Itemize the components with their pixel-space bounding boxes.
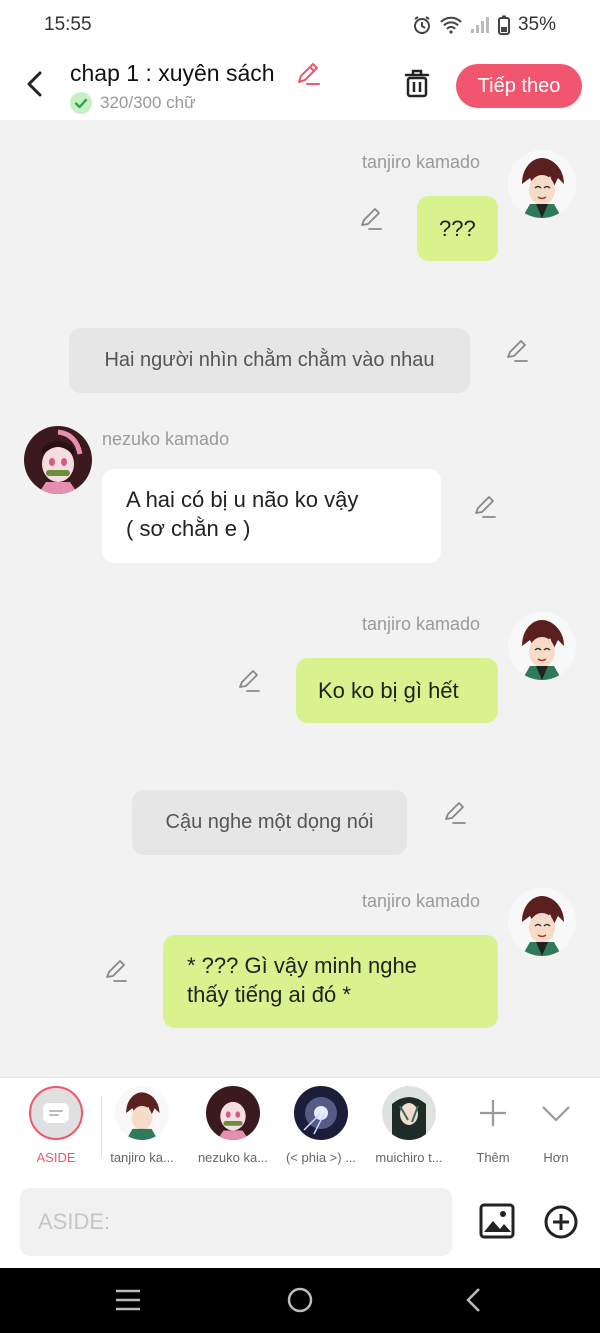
aside-bubble[interactable]: Cậu nghe một dọng nói bbox=[132, 790, 407, 855]
sender-name: tanjiro kamado bbox=[362, 891, 481, 911]
edit-message-icon[interactable] bbox=[236, 668, 262, 694]
sender-name: tanjiro kamado bbox=[362, 152, 481, 172]
edit-message-icon[interactable] bbox=[442, 800, 468, 826]
message-input[interactable] bbox=[20, 1188, 452, 1256]
character-label: muichiro t... bbox=[375, 1150, 443, 1165]
tanjiro-avatar[interactable] bbox=[508, 150, 576, 218]
status-bar: 15:55 35% bbox=[0, 0, 600, 52]
word-count: 320/300 chữ bbox=[100, 93, 196, 112]
divider bbox=[101, 1096, 102, 1158]
status-icons: 35% bbox=[412, 14, 556, 36]
character-aside[interactable]: ASIDE bbox=[13, 1086, 99, 1165]
status-time: 15:55 bbox=[44, 14, 92, 35]
message-line: thấy tiếng ai đó * bbox=[187, 982, 351, 1007]
battery-icon bbox=[497, 15, 510, 35]
character-item[interactable]: nezuko ka... bbox=[190, 1086, 276, 1165]
chevron-down-icon bbox=[529, 1086, 583, 1140]
aside-label: ASIDE bbox=[36, 1150, 76, 1165]
character-label: (< phia >) ... bbox=[285, 1150, 357, 1165]
menu-icon[interactable] bbox=[114, 1288, 142, 1312]
sender-name: tanjiro kamado bbox=[362, 614, 481, 634]
edit-message-icon[interactable] bbox=[103, 958, 129, 984]
character-item[interactable]: muichiro t... bbox=[366, 1086, 452, 1165]
message-bubble[interactable]: * ??? Gì vậy minh nghe thấy tiếng ai đó … bbox=[163, 935, 498, 1028]
character-bar: ASIDE tanjiro ka... nezuko ka... (< phia… bbox=[0, 1077, 600, 1179]
tanjiro-avatar[interactable] bbox=[508, 888, 576, 956]
sender-name: nezuko kamado bbox=[102, 429, 230, 449]
aside-icon bbox=[29, 1086, 83, 1140]
wifi-icon bbox=[440, 16, 462, 34]
edit-message-icon[interactable] bbox=[358, 206, 384, 232]
tanjiro-avatar[interactable] bbox=[508, 612, 576, 680]
add-icon[interactable] bbox=[543, 1204, 579, 1240]
character-item[interactable]: tanjiro ka... bbox=[99, 1086, 185, 1165]
back-icon[interactable] bbox=[20, 68, 52, 100]
back-nav-icon[interactable] bbox=[462, 1286, 484, 1314]
battery-level: 35% bbox=[517, 14, 556, 35]
chapter-title[interactable]: chap 1 : xuyên sách bbox=[70, 60, 275, 87]
nezuko-avatar[interactable] bbox=[24, 426, 92, 494]
check-icon bbox=[70, 92, 92, 114]
home-icon[interactable] bbox=[286, 1286, 314, 1314]
trash-icon[interactable] bbox=[400, 66, 434, 100]
tanjiro-avatar bbox=[115, 1086, 169, 1140]
signal-icon bbox=[470, 17, 489, 33]
muichiro-avatar bbox=[382, 1086, 436, 1140]
message-line: * ??? Gì vậy minh nghe bbox=[187, 953, 417, 978]
character-label: tanjiro ka... bbox=[110, 1150, 174, 1165]
plus-icon bbox=[466, 1086, 520, 1140]
expand-button[interactable]: Hơn bbox=[513, 1086, 599, 1165]
character-item[interactable]: (< phia >) ... bbox=[278, 1086, 364, 1165]
system-nav-bar bbox=[0, 1268, 600, 1333]
input-bar bbox=[0, 1178, 600, 1268]
edit-title-icon[interactable] bbox=[294, 60, 322, 88]
nezuko-avatar bbox=[206, 1086, 260, 1140]
image-icon[interactable] bbox=[478, 1202, 516, 1240]
phia-avatar bbox=[294, 1086, 348, 1140]
edit-message-icon[interactable] bbox=[504, 338, 530, 364]
message-line: ( sơ chằn e ) bbox=[126, 516, 251, 541]
message-bubble[interactable]: ??? bbox=[417, 196, 498, 261]
edit-message-icon[interactable] bbox=[472, 494, 498, 520]
next-button[interactable]: Tiếp theo bbox=[456, 64, 582, 108]
editor-header: chap 1 : xuyên sách 320/300 chữ Tiếp the… bbox=[0, 52, 600, 120]
message-line: A hai có bị u não ko vậy bbox=[126, 487, 359, 512]
message-bubble[interactable]: Ko ko bị gì hết bbox=[296, 658, 498, 723]
aside-bubble[interactable]: Hai người nhìn chằm chằm vào nhau bbox=[69, 328, 470, 393]
character-label: nezuko ka... bbox=[197, 1150, 269, 1165]
alarm-icon bbox=[413, 16, 430, 34]
message-bubble[interactable]: A hai có bị u não ko vậy ( sơ chằn e ) bbox=[102, 469, 441, 563]
expand-label: Hơn bbox=[543, 1150, 569, 1165]
